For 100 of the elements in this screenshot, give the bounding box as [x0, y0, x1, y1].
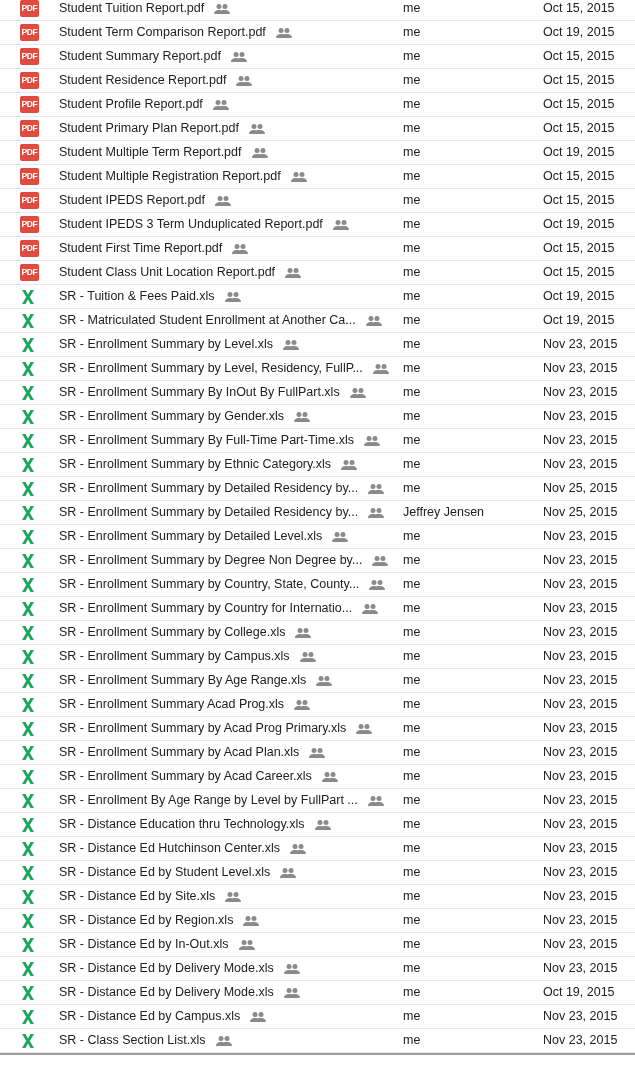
file-row[interactable]: SR - Distance Education thru Technology.xls me Nov 23, 2015	[0, 813, 635, 837]
file-row[interactable]: SR - Distance Ed by Site.xls me Nov 23, 2015	[0, 885, 635, 909]
pdf-file-icon: PDF	[20, 216, 39, 233]
file-row[interactable]: SR - Matriculated Student Enrollment at Another Ca... me Oct 19, 2015	[0, 309, 635, 333]
owner-name: me	[403, 217, 421, 232]
modified-date: Nov 23, 2015	[543, 720, 618, 738]
file-row[interactable]: PDF Student IPEDS 3 Term Unduplicated Report.pdf me Oct 19, 2015	[0, 213, 635, 237]
file-name: Student Term Comparison Report.pdf	[59, 24, 266, 42]
owner-name: me	[403, 25, 421, 40]
pdf-file-icon: PDF	[20, 96, 39, 113]
modified-date: Nov 23, 2015	[543, 360, 618, 378]
owner-name: me	[403, 97, 421, 112]
file-row[interactable]: PDF Student Primary Plan Report.pdf me Oct 15, 2015	[0, 117, 635, 141]
file-row[interactable]: PDF Student Term Comparison Report.pdf me Oct 19, 2015	[0, 21, 635, 45]
spreadsheet-file-icon	[21, 624, 35, 641]
file-row[interactable]: SR - Enrollment Summary by Level.xls me Nov 23, 2015	[0, 333, 635, 357]
file-row[interactable]: SR - Enrollment Summary by Acad Career.xls me Nov 23, 2015	[0, 765, 635, 789]
file-name: SR - Enrollment Summary by Ethnic Category.xls	[59, 456, 332, 474]
file-row[interactable]: PDF Student Profile Report.pdf me Oct 15, 2015	[0, 93, 635, 117]
file-name: SR - Enrollment Summary by Detailed Residency by...	[59, 504, 359, 522]
modified-date: Nov 23, 2015	[543, 552, 618, 570]
file-row[interactable]: SR - Enrollment Summary by Degree Non Degree by... me Nov 23, 2015	[0, 549, 635, 573]
file-row[interactable]: PDF Student First Time Report.pdf me Oct 15, 2015	[0, 237, 635, 261]
file-row[interactable]: PDF Student Class Unit Location Report.pdf me Oct 15, 2015	[0, 261, 635, 285]
file-row[interactable]: SR - Distance Ed by Student Level.xls me Nov 23, 2015	[0, 861, 635, 885]
file-name: SR - Enrollment Summary by Detailed Level.xls	[59, 528, 323, 546]
file-name: Student Profile Report.pdf	[59, 96, 203, 114]
file-row[interactable]: PDF Student Multiple Term Report.pdf me Oct 19, 2015	[0, 141, 635, 165]
spreadsheet-file-icon	[21, 912, 35, 929]
file-name: SR - Matriculated Student Enrollment at Another Ca...	[59, 312, 356, 330]
file-row[interactable]: SR - Enrollment Summary by College.xls me Nov 23, 2015	[0, 621, 635, 645]
file-row[interactable]: SR - Enrollment Summary By InOut By FullPart.xls me Nov 23, 2015	[0, 381, 635, 405]
spreadsheet-file-icon	[21, 288, 35, 305]
file-name: SR - Enrollment Summary By Full-Time Part-Time.xls	[59, 432, 354, 450]
owner-name: me	[403, 625, 421, 640]
file-row[interactable]: SR - Distance Ed by Delivery Mode.xls me Oct 19, 2015	[0, 981, 635, 1005]
file-row[interactable]: SR - Enrollment Summary by Ethnic Category.xls me Nov 23, 2015	[0, 453, 635, 477]
owner-name: me	[403, 745, 421, 760]
file-row[interactable]: PDF Student Summary Report.pdf me Oct 15, 2015	[0, 45, 635, 69]
owner-name: me	[403, 145, 421, 160]
modified-date: Oct 15, 2015	[543, 96, 615, 114]
owner-name: me	[403, 865, 421, 880]
file-row[interactable]: SR - Enrollment Summary by Acad Plan.xls me Nov 23, 2015	[0, 741, 635, 765]
modified-date: Nov 23, 2015	[543, 1008, 618, 1026]
file-name: SR - Distance Ed by Region.xls	[59, 912, 234, 930]
modified-date: Oct 15, 2015	[543, 120, 615, 138]
file-row[interactable]: SR - Distance Ed by Region.xls me Nov 23, 2015	[0, 909, 635, 933]
modified-date: Nov 25, 2015	[543, 504, 618, 522]
modified-date: Nov 23, 2015	[543, 432, 618, 450]
file-name: SR - Distance Ed by Student Level.xls	[59, 864, 271, 882]
file-row[interactable]: SR - Class Section List.xls me Nov 23, 2015	[0, 1029, 635, 1053]
file-row[interactable]: SR - Enrollment Summary by Level, Residency, FullP... me Nov 23, 2015	[0, 357, 635, 381]
file-name: Student Residence Report.pdf	[59, 72, 227, 90]
file-row[interactable]: PDF Student Tuition Report.pdf me Oct 15, 2015	[0, 0, 635, 21]
file-row[interactable]: SR - Enrollment Summary by Campus.xls me Nov 23, 2015	[0, 645, 635, 669]
file-name: Student First Time Report.pdf	[59, 240, 223, 258]
file-row[interactable]: SR - Enrollment Summary by Country, State, County... me Nov 23, 2015	[0, 573, 635, 597]
file-row[interactable]: SR - Enrollment Summary by Acad Prog Primary.xls me Nov 23, 2015	[0, 717, 635, 741]
pdf-file-icon: PDF	[20, 48, 39, 65]
pdf-file-icon: PDF	[20, 240, 39, 257]
file-name: SR - Distance Ed Hutchinson Center.xls	[59, 840, 280, 858]
spreadsheet-file-icon	[21, 480, 35, 497]
file-row[interactable]: PDF Student IPEDS Report.pdf me Oct 15, 2015	[0, 189, 635, 213]
file-row[interactable]: SR - Enrollment By Age Range by Level by FullPart ... me Nov 23, 2015	[0, 789, 635, 813]
spreadsheet-file-icon	[21, 768, 35, 785]
file-row[interactable]: SR - Enrollment Summary by Detailed Residency by... me Nov 25, 2015	[0, 477, 635, 501]
file-name: SR - Enrollment Summary by Campus.xls	[59, 648, 290, 666]
modified-date: Nov 23, 2015	[543, 912, 618, 930]
pdf-file-icon: PDF	[20, 120, 39, 137]
owner-name: me	[403, 1, 421, 16]
file-name: Student Class Unit Location Report.pdf	[59, 264, 276, 282]
file-row[interactable]: SR - Enrollment Summary By Full-Time Part-Time.xls me Nov 23, 2015	[0, 429, 635, 453]
file-row[interactable]: SR - Enrollment Summary by Country for Internatio... me Nov 23, 2015	[0, 597, 635, 621]
owner-name: me	[403, 361, 421, 376]
pdf-file-icon: PDF	[20, 264, 39, 281]
file-row[interactable]: SR - Distance Ed by Delivery Mode.xls me Nov 23, 2015	[0, 957, 635, 981]
file-row[interactable]: SR - Tuition & Fees Paid.xls me Oct 19, 2015	[0, 285, 635, 309]
file-name: SR - Tuition & Fees Paid.xls	[59, 288, 215, 306]
owner-name: me	[403, 169, 421, 184]
spreadsheet-file-icon	[21, 984, 35, 1001]
owner-name: me	[403, 433, 421, 448]
file-row[interactable]: SR - Enrollment Summary by Gender.xls me Nov 23, 2015	[0, 405, 635, 429]
modified-date: Nov 23, 2015	[543, 648, 618, 666]
file-row[interactable]: SR - Enrollment Summary Acad Prog.xls me Nov 23, 2015	[0, 693, 635, 717]
file-row[interactable]: SR - Enrollment Summary by Detailed Level.xls me Nov 23, 2015	[0, 525, 635, 549]
file-row[interactable]: SR - Distance Ed by Campus.xls me Nov 23, 2015	[0, 1005, 635, 1029]
file-row[interactable]: PDF Student Multiple Registration Report.pdf me Oct 15, 2015	[0, 165, 635, 189]
modified-date: Oct 15, 2015	[543, 240, 615, 258]
file-name: SR - Enrollment Summary By InOut By FullPart.xls	[59, 384, 340, 402]
file-row[interactable]: SR - Distance Ed Hutchinson Center.xls me Nov 23, 2015	[0, 837, 635, 861]
file-row[interactable]: PDF Student Residence Report.pdf me Oct 15, 2015	[0, 69, 635, 93]
file-row[interactable]: SR - Distance Ed by In-Out.xls me Nov 23, 2015	[0, 933, 635, 957]
file-row[interactable]: SR - Enrollment Summary by Detailed Residency by... Jeffrey Jensen Nov 25, 2015	[0, 501, 635, 525]
modified-date: Oct 15, 2015	[543, 48, 615, 66]
owner-name: Jeffrey Jensen	[403, 505, 485, 520]
spreadsheet-file-icon	[21, 840, 35, 857]
modified-date: Nov 23, 2015	[543, 456, 618, 474]
file-row[interactable]: SR - Enrollment Summary By Age Range.xls me Nov 23, 2015	[0, 669, 635, 693]
file-name: SR - Distance Ed by In-Out.xls	[59, 936, 229, 954]
pdf-file-icon: PDF	[20, 192, 39, 209]
